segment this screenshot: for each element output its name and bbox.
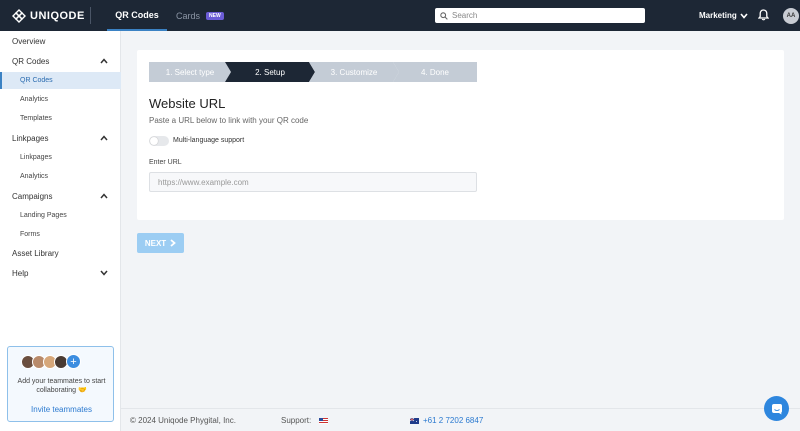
sidebar-item-label: Linkpages bbox=[20, 154, 52, 161]
setup-card: 1. Select type 2. Setup 3. Customize 4. … bbox=[137, 50, 784, 220]
sidebar-item-templates[interactable]: Templates bbox=[0, 110, 121, 127]
chevron-up-icon bbox=[100, 58, 108, 64]
chevron-down-icon bbox=[740, 12, 748, 19]
url-input[interactable] bbox=[149, 172, 477, 192]
bell-icon bbox=[757, 9, 770, 21]
sidebar-item-label: QR Codes bbox=[20, 77, 53, 84]
logo[interactable]: UNIQODE bbox=[12, 9, 85, 23]
workspace-name: Marketing bbox=[699, 11, 737, 20]
next-button[interactable]: NEXT bbox=[137, 233, 184, 253]
invite-teammates-link[interactable]: Invite teammates bbox=[8, 405, 115, 414]
add-teammate-icon[interactable]: + bbox=[66, 354, 81, 369]
step-setup[interactable]: 2. Setup bbox=[225, 62, 315, 82]
step-label: 3. Customize bbox=[330, 67, 378, 77]
search-input[interactable] bbox=[452, 11, 632, 20]
invite-message: Add your teammates to start collaboratin… bbox=[17, 378, 106, 394]
sidebar-item-landing-pages[interactable]: Landing Pages bbox=[0, 207, 121, 224]
us-flag-icon[interactable] bbox=[319, 417, 329, 424]
step-select-type[interactable]: 1. Select type bbox=[149, 62, 231, 82]
step-label: 1. Select type bbox=[165, 67, 215, 77]
sidebar-item-label: Linkpages bbox=[12, 134, 49, 143]
sidebar-item-label: QR Codes bbox=[12, 57, 50, 66]
multi-language-toggle[interactable] bbox=[149, 136, 169, 146]
sidebar-item-label: Landing Pages bbox=[20, 212, 67, 219]
chevron-right-icon bbox=[170, 239, 177, 247]
footer: © 2024 Uniqode Phygital, Inc. Support: +… bbox=[121, 408, 800, 431]
sidebar-item-forms[interactable]: Forms bbox=[0, 226, 121, 243]
sidebar: Overview QR Codes QR Codes Analytics Tem… bbox=[0, 31, 121, 431]
sidebar-group-help[interactable]: Help bbox=[0, 265, 121, 282]
logo-text: UNIQODE bbox=[30, 10, 85, 22]
step-label: 2. Setup bbox=[255, 67, 285, 77]
step-done[interactable]: 4. Done bbox=[393, 62, 477, 82]
toggle-label: Multi-language support bbox=[173, 137, 245, 144]
support-info: Support: bbox=[281, 416, 329, 425]
workspace-dropdown[interactable]: Marketing bbox=[699, 11, 748, 20]
chevron-down-icon bbox=[100, 270, 108, 276]
chat-icon bbox=[771, 403, 782, 414]
sidebar-item-qr-analytics[interactable]: Analytics bbox=[0, 91, 121, 108]
sidebar-item-label: Forms bbox=[20, 231, 40, 238]
page-subtitle: Paste a URL below to link with your QR c… bbox=[149, 116, 309, 125]
sidebar-group-linkpages[interactable]: Linkpages bbox=[0, 130, 121, 147]
url-field-label: Enter URL bbox=[149, 159, 182, 166]
top-navigation-bar: UNIQODE QR Codes Cards NEW Marketing AA bbox=[0, 0, 800, 31]
sidebar-item-asset-library[interactable]: Asset Library bbox=[0, 245, 121, 262]
sidebar-item-qr-codes[interactable]: QR Codes bbox=[0, 72, 121, 89]
sidebar-item-label: Analytics bbox=[20, 173, 49, 180]
sidebar-group-campaigns[interactable]: Campaigns bbox=[0, 188, 121, 205]
chevron-up-icon bbox=[100, 135, 108, 141]
support-phone[interactable]: +61 2 7202 6847 bbox=[410, 416, 483, 425]
user-avatar[interactable]: AA bbox=[783, 8, 799, 24]
page-title: Website URL bbox=[149, 96, 226, 111]
copyright: © 2024 Uniqode Phygital, Inc. bbox=[130, 416, 236, 425]
support-label: Support: bbox=[281, 416, 312, 425]
chat-button[interactable] bbox=[764, 396, 789, 421]
avatar-initials: AA bbox=[786, 13, 796, 19]
step-label: 4. Done bbox=[420, 67, 450, 77]
sidebar-item-label: Help bbox=[12, 269, 29, 278]
sidebar-group-qr-codes[interactable]: QR Codes bbox=[0, 53, 121, 70]
invite-teammates-card: + Add your teammates to start collaborat… bbox=[7, 346, 114, 422]
notifications-button[interactable] bbox=[757, 9, 770, 23]
sidebar-item-label: Asset Library bbox=[12, 249, 59, 258]
next-button-label: NEXT bbox=[144, 238, 167, 248]
support-phone-number: +61 2 7202 6847 bbox=[423, 416, 484, 425]
tab-cards[interactable]: Cards NEW bbox=[176, 0, 224, 31]
teammate-avatars: + bbox=[21, 354, 81, 369]
search-icon bbox=[440, 11, 448, 20]
uniqode-logo-icon bbox=[12, 9, 26, 23]
sidebar-item-label: Campaigns bbox=[12, 192, 53, 201]
tab-qr-codes-label: QR Codes bbox=[115, 9, 159, 20]
divider bbox=[90, 7, 91, 24]
sidebar-item-overview[interactable]: Overview bbox=[0, 33, 121, 50]
sidebar-item-label: Overview bbox=[12, 37, 46, 46]
sidebar-item-label: Analytics bbox=[20, 96, 49, 103]
search-box[interactable] bbox=[435, 8, 645, 23]
tab-qr-codes[interactable]: QR Codes bbox=[107, 0, 167, 31]
chevron-up-icon bbox=[100, 193, 108, 199]
tab-cards-label: Cards bbox=[176, 10, 201, 21]
step-customize[interactable]: 3. Customize bbox=[309, 62, 399, 82]
au-flag-icon bbox=[410, 417, 419, 424]
sidebar-item-label: Templates bbox=[20, 115, 52, 122]
sidebar-item-linkpages-analytics[interactable]: Analytics bbox=[0, 168, 121, 185]
sidebar-item-linkpages[interactable]: Linkpages bbox=[0, 149, 121, 166]
new-badge: NEW bbox=[206, 11, 224, 20]
